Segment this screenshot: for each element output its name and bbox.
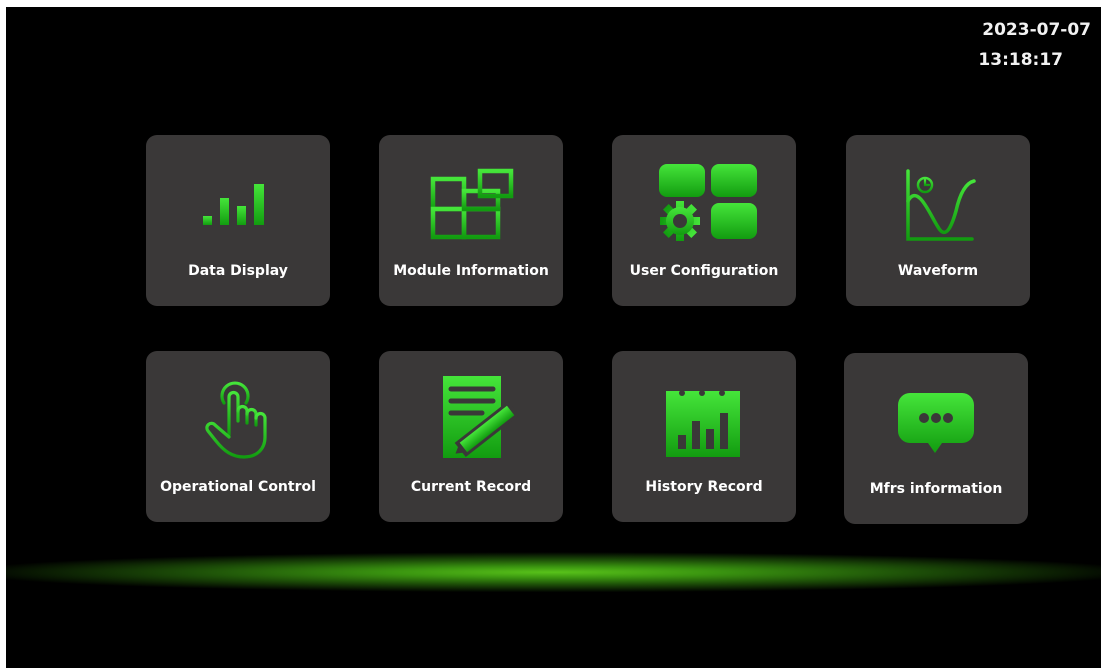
waveform-icon	[846, 165, 1030, 243]
green-glow-bar	[6, 547, 1101, 603]
settings-blocks-icon	[612, 164, 796, 243]
pointing-hand-icon	[146, 381, 330, 459]
chat-bubble-icon	[844, 383, 1028, 461]
tile-waveform[interactable]: Waveform	[846, 135, 1030, 306]
tile-label: Waveform	[897, 263, 979, 279]
clock-time: 13:18:17	[978, 50, 1063, 70]
tile-operational-control[interactable]: Operational Control	[146, 351, 330, 522]
tile-label: Module Information	[393, 263, 549, 279]
clock: 2023-07-07 13:18:17	[978, 15, 1091, 75]
tile-mfrs-information[interactable]: Mfrs information	[844, 353, 1028, 524]
tile-history-record[interactable]: History Record	[612, 351, 796, 522]
tile-current-record[interactable]: Current Record	[379, 351, 563, 522]
tile-label: Current Record	[410, 479, 532, 495]
tile-data-display[interactable]: Data Display	[146, 135, 330, 306]
tile-user-configuration[interactable]: User Configuration	[612, 135, 796, 306]
tile-label: Mfrs information	[869, 481, 1003, 497]
clock-date: 2023-07-07	[982, 20, 1091, 40]
edit-document-icon	[379, 375, 563, 463]
tile-label: User Configuration	[629, 263, 779, 279]
module-grid-icon	[379, 165, 563, 243]
tile-label: History Record	[645, 479, 763, 495]
tile-label: Data Display	[188, 263, 288, 279]
main-menu-screen: 2023-07-07 13:18:17 Data Display Module …	[6, 7, 1101, 668]
calendar-chart-icon	[612, 375, 796, 461]
tile-label: Operational Control	[160, 479, 316, 495]
bar-chart-icon	[146, 165, 330, 243]
tile-module-information[interactable]: Module Information	[379, 135, 563, 306]
